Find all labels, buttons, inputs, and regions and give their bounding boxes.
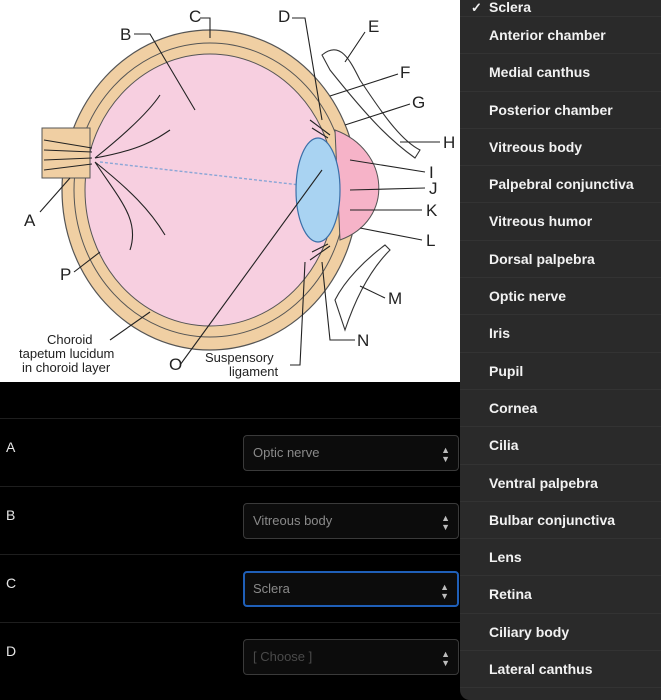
label-C: C <box>189 7 201 26</box>
optic-nerve <box>41 127 91 179</box>
dropdown-option[interactable]: Retina <box>460 576 661 614</box>
label-N: N <box>357 331 369 350</box>
dropdown-option[interactable]: Anterior chamber <box>460 17 661 55</box>
label-G: G <box>412 93 425 112</box>
dropdown-option[interactable]: Vitreous body <box>460 129 661 167</box>
suspensory-text-2: ligament <box>229 364 279 379</box>
dropdown-option-label: Pupil <box>489 362 524 379</box>
dropdown-option-label: Posterior chamber <box>489 101 613 118</box>
dropdown-option[interactable]: Pupil <box>460 353 661 390</box>
dropdown-option-label: Anterior chamber <box>489 27 606 43</box>
label-E: E <box>368 17 379 36</box>
label-O: O <box>169 355 182 374</box>
suspensory-text-1: Suspensory <box>205 350 274 365</box>
label-M: M <box>388 289 402 308</box>
select-value: Vitreous body <box>253 513 333 528</box>
dropdown-option-label: Ventral palpebra <box>489 474 598 491</box>
answer-select-d[interactable]: [ Choose ] ▲ ▼ <box>243 639 459 675</box>
eye-diagram: B C D E F G H I J K L M N O A P Choroid … <box>0 0 460 382</box>
dropdown-option[interactable]: ✓ Sclera <box>460 0 661 17</box>
dropdown-option[interactable]: Optic nerve <box>460 278 661 316</box>
dropdown-option-label: Vitreous body <box>489 138 583 155</box>
dropdown-option-label: Cornea <box>489 399 538 416</box>
anterior-chamber <box>334 129 380 241</box>
dropdown-option[interactable]: Dorsal palpebra <box>460 241 661 279</box>
dropdown-option[interactable]: Lens <box>460 539 661 577</box>
dropdown-option-label: Vitreous humor <box>489 213 593 230</box>
dropdown-option-label: Dorsal palpebra <box>489 250 595 267</box>
dropdown-option[interactable]: Cilia <box>460 427 661 465</box>
label-K: K <box>426 201 438 220</box>
label-H: H <box>443 133 455 152</box>
label-B: B <box>120 25 131 44</box>
chevron-updown-icon: ▲ ▼ <box>440 582 449 601</box>
select-value: Optic nerve <box>253 445 320 460</box>
choroid-text-1: Choroid <box>47 332 93 347</box>
row-label: D <box>6 643 17 659</box>
dropdown-option-label: Palpebral conjunctiva <box>489 176 634 193</box>
answer-select-a[interactable]: Optic nerve ▲ ▼ <box>243 435 459 471</box>
label-F: F <box>400 63 410 82</box>
select-value: [ Choose ] <box>253 649 313 664</box>
dropdown-option-label: Lateral canthus <box>489 661 593 678</box>
dropdown-option-label: Medial canthus <box>489 64 591 81</box>
dropdown-option[interactable]: Bulbar conjunctiva <box>460 502 661 540</box>
select-dropdown-menu: ✓ Sclera Anterior chamber Medial canthus Pos… <box>460 0 661 700</box>
lens <box>295 137 341 243</box>
answer-row-a: A Optic nerve ▲ ▼ <box>0 418 460 487</box>
label-D: D <box>278 7 290 26</box>
dropdown-option-label: Iris <box>489 325 511 342</box>
dropdown-option-label: Ciliary body <box>489 623 570 640</box>
chevron-updown-icon: ▲ ▼ <box>441 445 450 464</box>
label-L: L <box>426 231 435 250</box>
answer-select-c[interactable]: Sclera ▲ ▼ <box>243 571 459 607</box>
dropdown-option-label: Retina <box>489 586 532 603</box>
answer-rows: A Optic nerve ▲ ▼ B Vitreous body ▲ ▼ C Sc… <box>0 382 460 700</box>
answer-select-b[interactable]: Vitreous body ▲ ▼ <box>243 503 459 539</box>
chevron-updown-icon: ▲ ▼ <box>441 513 450 532</box>
row-label: B <box>6 507 16 523</box>
dropdown-option-label: Bulbar conjunctiva <box>489 511 616 528</box>
answer-row-b: B Vitreous body ▲ ▼ <box>0 486 460 555</box>
label-A: A <box>24 211 36 230</box>
dropdown-option[interactable]: Lateral canthus <box>460 651 661 689</box>
answer-row-c: C Sclera ▲ ▼ <box>0 554 460 623</box>
row-label: A <box>6 439 16 455</box>
dropdown-option-label: Lens <box>489 549 522 566</box>
dropdown-option-label: Optic nerve <box>489 288 567 305</box>
checkmark-icon: ✓ <box>471 0 482 15</box>
label-P: P <box>60 265 71 284</box>
dropdown-option[interactable]: Medial canthus <box>460 54 661 92</box>
dropdown-option-label: Cilia <box>489 437 519 454</box>
choroid-text-2: tapetum lucidum <box>19 346 114 361</box>
label-J: J <box>429 179 438 198</box>
dropdown-option[interactable]: Vitreous humor <box>460 203 661 241</box>
dropdown-option-label: Sclera <box>489 0 532 15</box>
select-value: Sclera <box>253 581 290 596</box>
dropdown-option[interactable]: Cornea <box>460 390 661 428</box>
chevron-updown-icon: ▲ ▼ <box>441 649 450 668</box>
dropdown-option[interactable]: Iris <box>460 315 661 353</box>
dropdown-option[interactable]: Palpebral conjunctiva <box>460 166 661 204</box>
answer-row-d: D [ Choose ] ▲ ▼ <box>0 622 460 691</box>
dropdown-option[interactable]: Ventral palpebra <box>460 465 661 502</box>
choroid-text-3: in choroid layer <box>22 360 111 375</box>
dropdown-option[interactable]: Posterior chamber <box>460 92 661 129</box>
row-label: C <box>6 575 17 591</box>
dropdown-option[interactable]: Ciliary body <box>460 614 661 652</box>
